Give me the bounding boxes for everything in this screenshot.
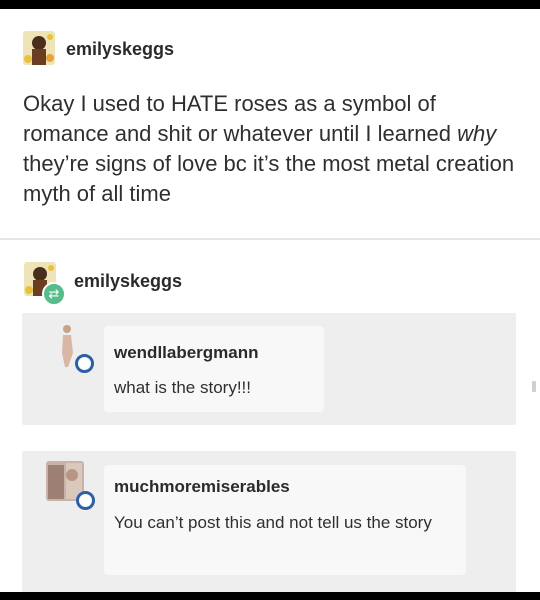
tumblr-post: emilyskeggs Okay I used to HATE roses as… <box>0 9 540 592</box>
post-text-part1: Okay I used to HATE roses as a symbol of… <box>23 91 458 146</box>
follow-ring-icon[interactable] <box>75 354 94 373</box>
post-divider <box>0 238 540 240</box>
reblog-arrows-icon: ⇄ <box>42 282 66 306</box>
reply-bubble: muchmoremiserables You can’t post this a… <box>104 465 466 575</box>
reply-username[interactable]: muchmoremiserables <box>114 477 290 497</box>
follow-ring-icon[interactable] <box>76 491 95 510</box>
post-text-emphasis: why <box>457 121 497 146</box>
reply-card: muchmoremiserables You can’t post this a… <box>22 451 516 592</box>
post-author[interactable]: emilyskeggs <box>66 39 174 60</box>
post-text-part2: they’re signs of love bc it’s the most m… <box>23 151 515 206</box>
author-avatar[interactable] <box>23 31 55 65</box>
reply-username[interactable]: wendllabergmann <box>114 343 259 363</box>
scrollbar-thumb[interactable] <box>532 381 536 392</box>
reply-text: You can’t post this and not tell us the … <box>114 513 432 532</box>
post-body-text: Okay I used to HATE roses as a symbol of… <box>23 89 523 209</box>
reply-bubble: wendllabergmann what is the story!!! <box>104 326 324 412</box>
reply-text: what is the story!!! <box>114 378 251 397</box>
reblog-author[interactable]: emilyskeggs <box>74 271 182 292</box>
reply-card: wendllabergmann what is the story!!! <box>22 313 516 425</box>
